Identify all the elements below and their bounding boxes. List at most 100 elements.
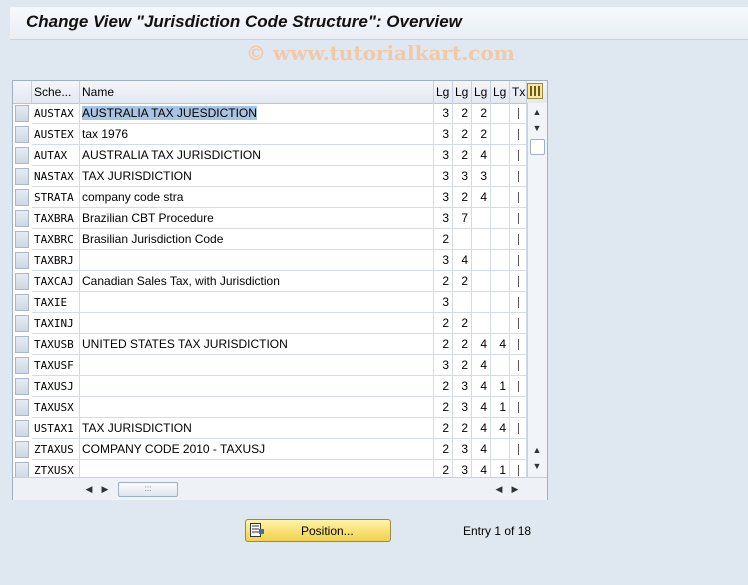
- cell-name[interactable]: [80, 376, 434, 397]
- select-all-cell[interactable]: [13, 81, 32, 103]
- column-left-icon[interactable]: ◀: [493, 482, 505, 496]
- column-right-icon[interactable]: ▶: [509, 482, 521, 496]
- cell-name[interactable]: [80, 313, 434, 334]
- cell-name[interactable]: TAX JURISDICTION: [80, 166, 434, 187]
- cell-name[interactable]: [80, 355, 434, 376]
- cell-lg4[interactable]: [491, 271, 510, 292]
- page-up-icon[interactable]: ▲: [530, 443, 544, 457]
- cell-lg4[interactable]: 4: [491, 418, 510, 439]
- horizontal-scroll-thumb[interactable]: :::: [118, 482, 178, 497]
- table-row[interactable]: STRATA company code stra 3 2 4: [13, 187, 527, 208]
- cell-scheme[interactable]: TAXBRC: [32, 229, 80, 250]
- cell-lg3[interactable]: [472, 250, 491, 271]
- table-row[interactable]: AUSTAX AUSTRALIA TAX JUESDICTION 3 2 2: [13, 103, 527, 124]
- cell-lg3[interactable]: [472, 313, 491, 334]
- row-select-button[interactable]: [15, 399, 29, 416]
- table-row[interactable]: ZTAXUS COMPANY CODE 2010 - TAXUSJ 2 3 4: [13, 439, 527, 460]
- cell-lg1[interactable]: 3: [434, 187, 453, 208]
- row-select-button[interactable]: [15, 126, 29, 143]
- cell-lg4[interactable]: [491, 229, 510, 250]
- col-header-lg2[interactable]: Lg: [453, 81, 472, 103]
- cell-lg1[interactable]: 2: [434, 439, 453, 460]
- cell-tx[interactable]: [510, 271, 527, 292]
- cell-lg2[interactable]: 2: [453, 418, 472, 439]
- cell-lg1[interactable]: 2: [434, 418, 453, 439]
- cell-scheme[interactable]: TAXBRJ: [32, 250, 80, 271]
- cell-name[interactable]: tax 1976: [80, 124, 434, 145]
- row-select-button[interactable]: [15, 168, 29, 185]
- cell-lg4[interactable]: [491, 187, 510, 208]
- cell-lg1[interactable]: 3: [434, 103, 453, 124]
- cell-lg2[interactable]: 2: [453, 187, 472, 208]
- cell-lg2[interactable]: [453, 292, 472, 313]
- cell-lg2[interactable]: 2: [453, 355, 472, 376]
- cell-tx[interactable]: [510, 439, 527, 460]
- cell-scheme[interactable]: TAXUSX: [32, 397, 80, 418]
- cell-lg4[interactable]: [491, 313, 510, 334]
- cell-lg1[interactable]: 2: [434, 334, 453, 355]
- cell-lg1[interactable]: 2: [434, 376, 453, 397]
- table-row[interactable]: USTAX1 TAX JURISDICTION 2 2 4 4: [13, 418, 527, 439]
- cell-scheme[interactable]: TAXINJ: [32, 313, 80, 334]
- cell-scheme[interactable]: TAXCAJ: [32, 271, 80, 292]
- cell-scheme[interactable]: USTAX1: [32, 418, 80, 439]
- table-row[interactable]: AUTAX AUSTRALIA TAX JURISDICTION 3 2 4: [13, 145, 527, 166]
- cell-lg4[interactable]: 4: [491, 334, 510, 355]
- cell-scheme[interactable]: TAXUSJ: [32, 376, 80, 397]
- cell-lg3[interactable]: 2: [472, 103, 491, 124]
- cell-tx[interactable]: [510, 208, 527, 229]
- cell-lg4[interactable]: [491, 208, 510, 229]
- row-select-button[interactable]: [15, 441, 29, 458]
- cell-lg3[interactable]: [472, 271, 491, 292]
- cell-name[interactable]: Canadian Sales Tax, with Jurisdiction: [80, 271, 434, 292]
- table-row[interactable]: TAXBRC Brasilian Jurisdiction Code 2: [13, 229, 527, 250]
- page-down-icon[interactable]: ▼: [530, 459, 544, 473]
- cell-scheme[interactable]: AUTAX: [32, 145, 80, 166]
- col-header-scheme[interactable]: Sche...: [32, 81, 80, 103]
- table-row[interactable]: TAXUSJ 2 3 4 1: [13, 376, 527, 397]
- cell-scheme[interactable]: TAXUSF: [32, 355, 80, 376]
- cell-lg3[interactable]: 4: [472, 439, 491, 460]
- cell-name[interactable]: Brasilian Jurisdiction Code: [80, 229, 434, 250]
- row-select-button[interactable]: [15, 294, 29, 311]
- table-row[interactable]: NASTAX TAX JURISDICTION 3 3 3: [13, 166, 527, 187]
- cell-name[interactable]: TAX JURISDICTION: [80, 418, 434, 439]
- cell-lg1[interactable]: 3: [434, 124, 453, 145]
- table-row[interactable]: AUSTEX tax 1976 3 2 2: [13, 124, 527, 145]
- table-row[interactable]: TAXBRA Brazilian CBT Procedure 3 7: [13, 208, 527, 229]
- cell-scheme[interactable]: NASTAX: [32, 166, 80, 187]
- cell-lg3[interactable]: 2: [472, 124, 491, 145]
- cell-name[interactable]: [80, 397, 434, 418]
- cell-lg2[interactable]: 4: [453, 250, 472, 271]
- col-header-lg3[interactable]: Lg: [472, 81, 491, 103]
- cell-lg4[interactable]: [491, 355, 510, 376]
- cell-lg1[interactable]: 2: [434, 397, 453, 418]
- row-select-button[interactable]: [15, 210, 29, 227]
- cell-lg3[interactable]: 4: [472, 418, 491, 439]
- cell-tx[interactable]: [510, 145, 527, 166]
- cell-lg3[interactable]: 4: [472, 187, 491, 208]
- cell-lg2[interactable]: 2: [453, 334, 472, 355]
- cell-lg4[interactable]: 1: [491, 397, 510, 418]
- col-header-lg4[interactable]: Lg: [491, 81, 510, 103]
- row-select-button[interactable]: [15, 378, 29, 395]
- cell-lg2[interactable]: 3: [453, 439, 472, 460]
- cell-lg2[interactable]: 3: [453, 376, 472, 397]
- table-row[interactable]: TAXUSB UNITED STATES TAX JURISDICTION 2 2 4 4: [13, 334, 527, 355]
- cell-lg4[interactable]: [491, 103, 510, 124]
- cell-lg3[interactable]: 4: [472, 397, 491, 418]
- col-header-name[interactable]: Name: [80, 81, 434, 103]
- cell-lg3[interactable]: 4: [472, 334, 491, 355]
- cell-lg4[interactable]: [491, 250, 510, 271]
- row-select-button[interactable]: [15, 189, 29, 206]
- cell-lg3[interactable]: [472, 229, 491, 250]
- cell-tx[interactable]: [510, 418, 527, 439]
- cell-scheme[interactable]: ZTAXUS: [32, 439, 80, 460]
- vertical-scrollbar[interactable]: ▲ ▼ ▲ ▼: [527, 103, 547, 477]
- cell-tx[interactable]: [510, 355, 527, 376]
- cell-tx[interactable]: [510, 103, 527, 124]
- cell-scheme[interactable]: AUSTAX: [32, 103, 80, 124]
- cell-lg2[interactable]: 7: [453, 208, 472, 229]
- cell-tx[interactable]: [510, 250, 527, 271]
- cell-name[interactable]: company code stra: [80, 187, 434, 208]
